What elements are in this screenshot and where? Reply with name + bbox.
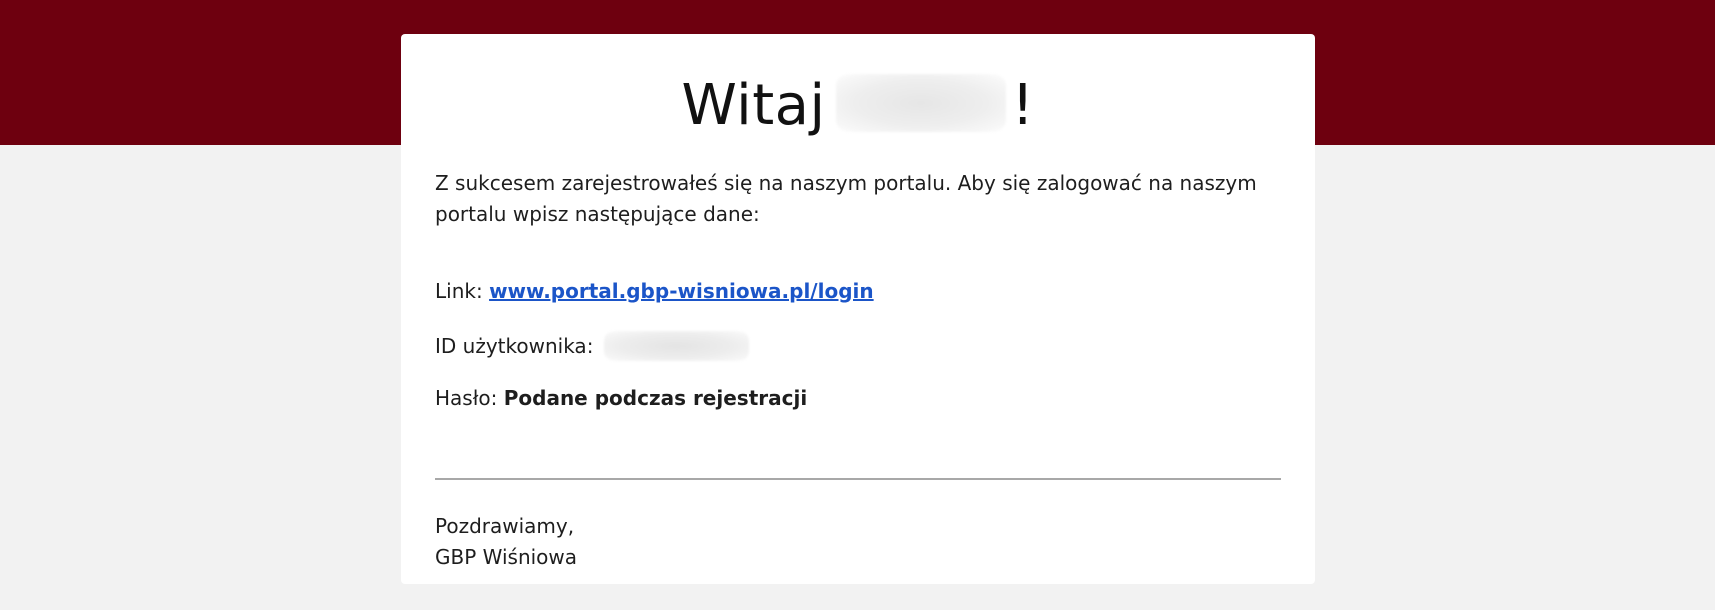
signoff: Pozdrawiamy, GBP Wiśniowa [435, 511, 577, 573]
greeting-heading: Witaj! [401, 74, 1315, 134]
redacted-user-id [603, 331, 749, 361]
intro-text: Z sukcesem zarejestrowałeś się na naszym… [435, 171, 1257, 226]
password-row: Hasło: Podane podczas rejestracji [435, 385, 807, 411]
redacted-username [835, 74, 1006, 132]
greeting-exclamation: ! [1011, 73, 1035, 138]
user-id-row: ID użytkownika: [435, 331, 749, 361]
user-id-label: ID użytkownika: [435, 334, 594, 358]
divider [435, 478, 1281, 480]
password-label: Hasło: [435, 386, 498, 410]
login-link-row: Link: www.portal.gbp-wisniowa.pl/login [435, 278, 874, 304]
signature: GBP Wiśniowa [435, 545, 578, 569]
closing-line: Pozdrawiamy, [435, 514, 575, 538]
portal-login-link[interactable]: www.portal.gbp-wisniowa.pl/login [489, 279, 874, 303]
password-value: Podane podczas rejestracji [503, 386, 808, 410]
email-card: Witaj! Z sukcesem zarejestrowałeś się na… [401, 34, 1315, 584]
link-label: Link: [435, 279, 483, 303]
greeting-word: Witaj [681, 73, 826, 138]
